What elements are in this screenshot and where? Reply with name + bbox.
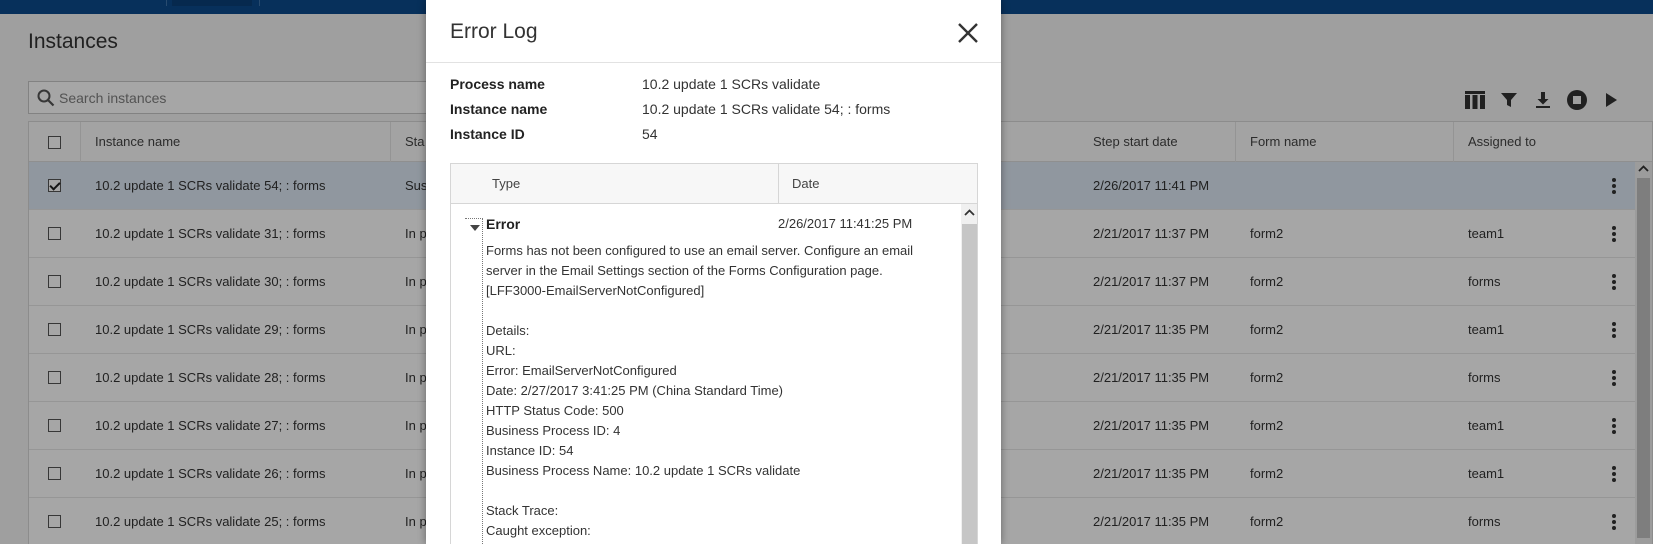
log-entry-type: Error <box>486 216 521 232</box>
process-name-label: Process name <box>450 76 545 92</box>
instance-id-label: Instance ID <box>450 126 525 142</box>
instance-name-value: 10.2 update 1 SCRs validate 54; : forms <box>642 101 891 117</box>
dialog-header: Error Log <box>426 0 1001 63</box>
log-entry: Error 2/26/2017 11:41:25 PM Forms has no… <box>451 204 961 544</box>
log-col-type[interactable]: Type <box>492 164 520 204</box>
log-table-header: Type Date <box>451 164 977 204</box>
instance-id-value: 54 <box>642 126 658 142</box>
log-entry-date: 2/26/2017 11:41:25 PM <box>778 216 913 231</box>
log-scroll-thumb[interactable] <box>962 224 977 544</box>
log-entry-toggle[interactable] <box>465 218 483 544</box>
instance-name-label: Instance name <box>450 101 548 117</box>
log-col-date[interactable]: Date <box>792 164 819 204</box>
log-col-divider <box>778 164 779 204</box>
log-scrollbar[interactable] <box>961 204 977 544</box>
process-name-value: 10.2 update 1 SCRs validate <box>642 76 821 92</box>
dialog-title: Error Log <box>450 20 538 43</box>
error-log-dialog: Error Log Process name 10.2 update 1 SCR… <box>426 0 1001 544</box>
log-entry-message: Forms has not been configured to use an … <box>486 243 914 538</box>
log-table: Type Date Error 2/26/2017 11:41:25 PM Fo… <box>450 163 978 544</box>
collapse-triangle-icon <box>470 225 480 231</box>
scroll-up-icon[interactable] <box>964 208 975 218</box>
close-icon[interactable] <box>956 21 980 45</box>
